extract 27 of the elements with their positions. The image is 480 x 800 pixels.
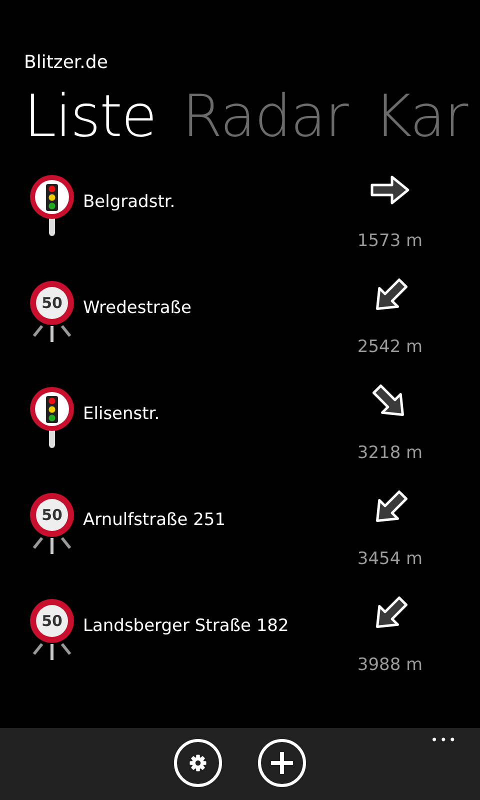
- speed-limit-text: 50: [40, 293, 64, 313]
- distance-text: 3218 m: [357, 442, 423, 464]
- settings-icon: [189, 754, 207, 772]
- pivot-tab[interactable]: Kar: [374, 80, 468, 152]
- list-item[interactable]: 50 Arnulfstraße 251 3454 m: [0, 486, 480, 592]
- more-button[interactable]: •••: [430, 732, 458, 748]
- distance-text: 1573 m: [357, 230, 423, 252]
- distance-text: 2542 m: [357, 336, 423, 358]
- location-name: Landsberger Straße 182: [83, 615, 290, 638]
- speed-limit-text: 50: [40, 611, 64, 631]
- location-name: Wredestraße: [83, 297, 192, 320]
- list-item[interactable]: 50 Wredestraße 2542 m: [0, 274, 480, 380]
- location-name: Elisenstr.: [83, 403, 161, 426]
- speed-limit-text: 50: [40, 505, 64, 525]
- location-name: Belgradstr.: [83, 191, 176, 214]
- pivot-tab[interactable]: Liste: [24, 80, 156, 152]
- settings-button[interactable]: [174, 739, 222, 787]
- location-name: Arnulfstraße 251: [83, 509, 227, 532]
- list-item[interactable]: 50 Landsberger Straße 182 3988 m: [0, 592, 480, 698]
- distance-text: 3454 m: [357, 548, 423, 570]
- distance-text: 3988 m: [357, 654, 423, 676]
- add-button[interactable]: [258, 739, 306, 787]
- pivot-tab[interactable]: Radar: [182, 80, 348, 152]
- app-title: Blitzer.de: [24, 52, 109, 74]
- add-icon: [269, 750, 295, 776]
- list-item[interactable]: Elisenstr. 3218 m: [0, 380, 480, 486]
- list-item[interactable]: Belgradstr. 1573 m: [0, 168, 480, 274]
